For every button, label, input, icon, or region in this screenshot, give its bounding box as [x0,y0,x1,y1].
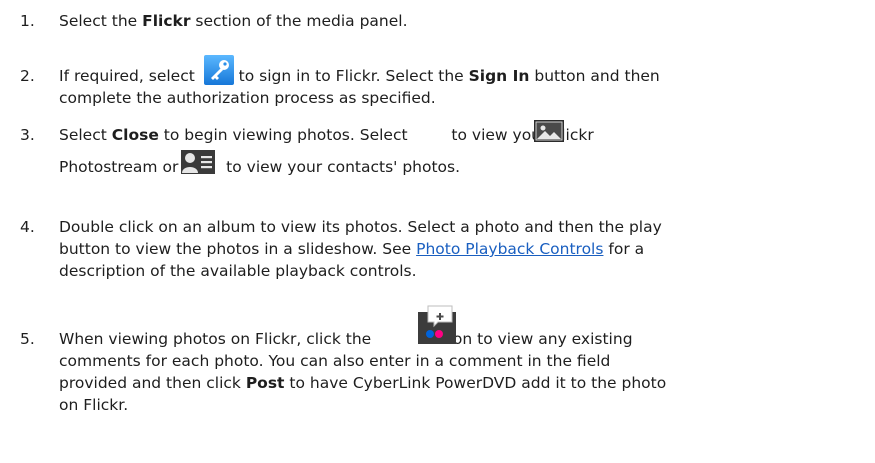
text-span: When viewing photos on Flickr, click the [59,330,377,348]
step-number: 5. [20,330,35,348]
step-text-line: Select Close to begin viewing photos. Se… [59,126,594,144]
step-text-line: Photostream or to view your contacts' ph… [59,158,460,176]
step-text-line: comments for each photo. You can also en… [59,352,611,370]
photo-playback-controls-link[interactable]: Photo Playback Controls [416,240,603,258]
step-text-line: provided and then click Post to have Cyb… [59,374,666,392]
step-number: 3. [20,126,35,144]
text-span: button and then [529,67,660,85]
comment-icon [418,305,456,344]
text-span: to begin viewing photos. Select [158,126,413,144]
step-text: Select the Flickr section of the media p… [59,12,408,30]
text-span: Select the [59,12,143,30]
step-text-line: on Flickr. [59,396,129,414]
text-span: If required, select [59,67,200,85]
text-span: to view your contacts' photos. [221,158,461,176]
step-text-line: complete the authorization process as sp… [59,89,436,107]
contacts-icon [181,150,215,174]
text-span: Photostream or [59,158,184,176]
text-span: button to view the photos in a slideshow… [59,240,417,258]
text-span: provided and then click [59,374,246,392]
text-span: section of the media panel. [190,12,408,30]
step-text-line: When viewing photos on Flickr, click the… [59,330,633,348]
step-text-line: Double click on an album to view its pho… [59,218,662,236]
bold-term-close: Close [111,126,159,144]
bold-term-post: Post [245,374,285,392]
text-span: to sign in to Flickr. Select the [233,67,469,85]
text-span: Select [59,126,112,144]
text-span: to view your Flickr [446,126,594,144]
key-icon [204,55,234,85]
step-number: 4. [20,218,35,236]
step-number: 2. [20,67,35,85]
step-text-line: button to view the photos in a slideshow… [59,240,644,258]
step-number: 1. [20,12,35,30]
text-span: for a [603,240,645,258]
step-text-line: description of the available playback co… [59,262,417,280]
text-span: to have CyberLink PowerDVD add it to the… [284,374,667,392]
photostream-icon [534,120,564,142]
bold-term-flickr: Flickr [142,12,191,30]
step-text-line: If required, select to sign in to Flickr… [59,67,660,85]
bold-term-sign-in: Sign In [468,67,530,85]
